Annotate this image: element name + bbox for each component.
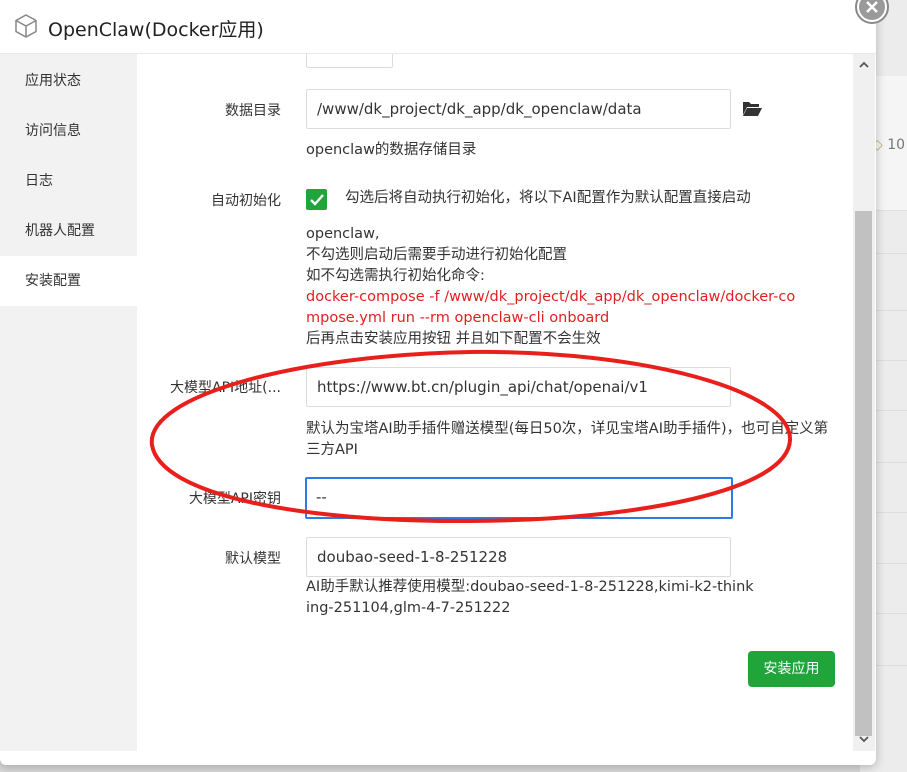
sidebar-item-install-config[interactable]: 安装配置 [0,256,137,306]
check-icon [309,193,324,206]
auto-init-help-line: openclaw, [306,226,380,242]
close-icon [866,1,878,13]
auto-init-help-line: 后再点击安装应用按钮 并且如下配置不会生效 [306,331,601,347]
background-partial-text: ◇ 10 [872,137,906,153]
install-app-button[interactable]: 安装应用 [748,651,835,687]
sidebar-item-bot-config[interactable]: 机器人配置 [0,206,137,256]
scroll-down-icon[interactable] [859,734,869,744]
port-input-partial[interactable] [306,54,393,68]
scroll-up-icon[interactable] [859,60,869,70]
sidebar-item-access-info[interactable]: 访问信息 [0,106,137,156]
auto-init-help-line: 如不勾选需执行初始化命令: [306,268,485,284]
install-config-panel: 数据目录 /www/dk_project/dk_app/dk_openclaw/… [137,54,853,751]
sidebar-item-label: 应用状态 [25,73,81,89]
auto-init-label: 自动初始化 [211,193,281,209]
folder-icon[interactable] [742,100,763,117]
sidebar: 应用状态 访问信息 日志 机器人配置 安装配置 [0,54,137,751]
api-url-help: 默认为宝塔AI助手插件赠送模型(每日50次，详见宝塔AI助手插件)，也可自定义第… [306,421,829,458]
sidebar-item-label: 访问信息 [25,123,81,139]
dialog-titlebar: OpenClaw(Docker应用) [0,0,876,54]
default-model-input[interactable]: doubao-seed-1-8-251228 [306,537,731,577]
api-url-label: 大模型API地址(... [170,380,281,396]
sidebar-item-app-status[interactable]: 应用状态 [0,56,137,106]
data-dir-label: 数据目录 [225,103,281,119]
cube-icon [15,14,37,38]
data-dir-help: openclaw的数据存储目录 [306,142,477,158]
auto-init-text: 勾选后将自动执行初始化，将以下AI配置作为默认配置直接启动 [345,190,751,206]
app-dialog: OpenClaw(Docker应用) 应用状态 访问信息 日志 机器人配置 安装… [0,0,889,765]
api-url-input[interactable]: https://www.bt.cn/plugin_api/chat/openai… [306,367,731,407]
auto-init-help-line: 不勾选则启动后需要手动进行初始化配置 [306,247,567,263]
default-model-help: AI助手默认推荐使用模型:doubao-seed-1-8-251228,kimi… [306,579,754,616]
init-command: docker-compose -f /www/dk_project/dk_app… [306,289,796,326]
sidebar-item-logs[interactable]: 日志 [0,156,137,206]
auto-init-help: openclaw, 不勾选则启动后需要手动进行初始化配置 如不勾选需执行初始化命… [306,224,826,350]
sidebar-item-label: 机器人配置 [25,223,95,239]
auto-init-checkbox[interactable] [306,189,327,210]
sidebar-item-label: 安装配置 [25,273,81,289]
api-key-label: 大模型API密钥 [188,491,281,507]
dialog-title: OpenClaw(Docker应用) [48,19,264,41]
sidebar-item-label: 日志 [25,173,53,189]
api-key-input[interactable]: -- [305,477,733,519]
default-model-label: 默认模型 [225,551,281,567]
data-dir-input[interactable]: /www/dk_project/dk_app/dk_openclaw/data [306,89,731,129]
scrollbar-thumb[interactable] [855,211,872,736]
scrollbar[interactable] [853,54,875,751]
